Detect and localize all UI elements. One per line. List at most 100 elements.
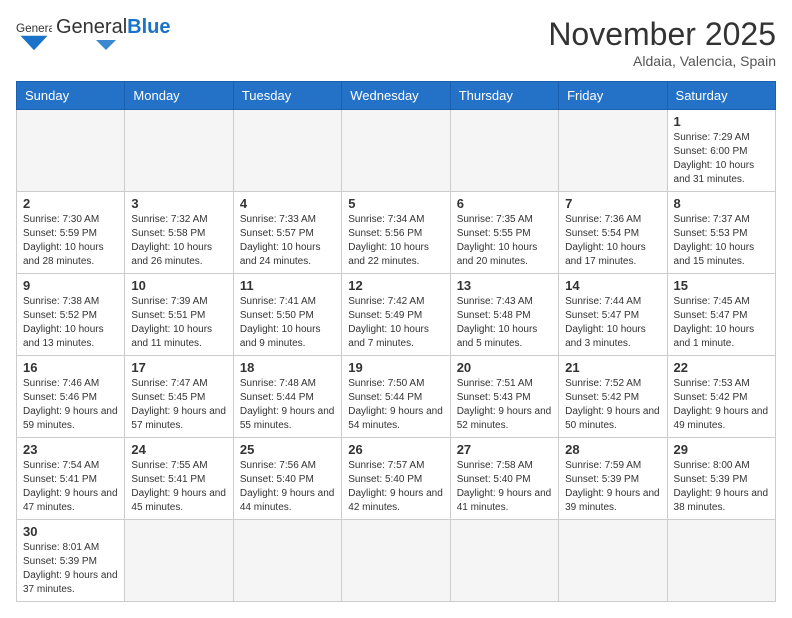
calendar-day-cell: 14Sunrise: 7:44 AM Sunset: 5:47 PM Dayli… bbox=[559, 274, 667, 356]
day-number: 5 bbox=[348, 196, 443, 211]
calendar-day-cell: 18 Sunrise: 7:48 AM Sunset: 5:44 PM Dayli… bbox=[233, 356, 341, 438]
day-of-week-header: Thursday bbox=[450, 82, 558, 110]
day-info: Sunrise: 7:38 AM Sunset: 5:52 PM Dayligh… bbox=[23, 295, 118, 351]
calendar-day-cell bbox=[125, 110, 233, 192]
day-of-week-header: Friday bbox=[559, 82, 667, 110]
calendar-day-cell: 20Sunrise: 7:51 AM Sunset: 5:43 PM Dayli… bbox=[450, 356, 558, 438]
day-info: Sunrise: 7:53 AM Sunset: 5:42 PM Dayligh… bbox=[674, 377, 769, 433]
day-info: Sunrise: 7:58 AM Sunset: 5:40 PM Dayligh… bbox=[457, 459, 552, 515]
calendar-week-row: 9 Sunrise: 7:38 AM Sunset: 5:52 PM Daylig… bbox=[17, 274, 776, 356]
svg-text:General: General bbox=[16, 22, 52, 35]
day-info: Sunrise: 7:34 AM Sunset: 5:56 PM Dayligh… bbox=[348, 213, 443, 269]
calendar-day-cell: 3Sunrise: 7:32 AM Sunset: 5:58 PM Daylig… bbox=[125, 192, 233, 274]
day-of-week-header: Saturday bbox=[667, 82, 775, 110]
day-info: Sunrise: 7:37 AM Sunset: 5:53 PM Dayligh… bbox=[674, 213, 769, 269]
month-title: November 2025 bbox=[548, 16, 776, 53]
day-info: Sunrise: 7:52 AM Sunset: 5:42 PM Dayligh… bbox=[565, 377, 660, 433]
day-info: Sunrise: 7:35 AM Sunset: 5:55 PM Dayligh… bbox=[457, 213, 552, 269]
day-info: Sunrise: 7:41 AM Sunset: 5:50 PM Dayligh… bbox=[240, 295, 335, 351]
calendar-table: SundayMondayTuesdayWednesdayThursdayFrid… bbox=[16, 81, 776, 602]
day-info: Sunrise: 7:55 AM Sunset: 5:41 PM Dayligh… bbox=[131, 459, 226, 515]
calendar-day-cell: 2 Sunrise: 7:30 AM Sunset: 5:59 PM Daylig… bbox=[17, 192, 125, 274]
calendar-day-cell bbox=[450, 520, 558, 602]
day-number: 18 bbox=[240, 360, 335, 375]
calendar-day-cell: 6 Sunrise: 7:35 AM Sunset: 5:55 PM Daylig… bbox=[450, 192, 558, 274]
day-info: Sunrise: 7:46 AM Sunset: 5:46 PM Dayligh… bbox=[23, 377, 118, 433]
calendar-day-cell: 16Sunrise: 7:46 AM Sunset: 5:46 PM Dayli… bbox=[17, 356, 125, 438]
calendar-week-row: 1Sunrise: 7:29 AM Sunset: 6:00 PM Daylig… bbox=[17, 110, 776, 192]
day-number: 21 bbox=[565, 360, 660, 375]
day-number: 13 bbox=[457, 278, 552, 293]
day-info: Sunrise: 7:30 AM Sunset: 5:59 PM Dayligh… bbox=[23, 213, 118, 269]
day-number: 7 bbox=[565, 196, 660, 211]
day-number: 1 bbox=[674, 114, 769, 129]
calendar-day-cell bbox=[233, 520, 341, 602]
day-info: Sunrise: 7:56 AM Sunset: 5:40 PM Dayligh… bbox=[240, 459, 335, 515]
day-of-week-header: Sunday bbox=[17, 82, 125, 110]
day-number: 17 bbox=[131, 360, 226, 375]
calendar-day-cell bbox=[17, 110, 125, 192]
calendar-day-cell: 25 Sunrise: 7:56 AM Sunset: 5:40 PM Dayli… bbox=[233, 438, 341, 520]
day-info: Sunrise: 7:50 AM Sunset: 5:44 PM Dayligh… bbox=[348, 377, 443, 433]
day-number: 30 bbox=[23, 524, 118, 539]
calendar-day-cell: 5 Sunrise: 7:34 AM Sunset: 5:56 PM Daylig… bbox=[342, 192, 450, 274]
calendar-day-cell bbox=[667, 520, 775, 602]
day-number: 29 bbox=[674, 442, 769, 457]
calendar-day-cell: 8 Sunrise: 7:37 AM Sunset: 5:53 PM Daylig… bbox=[667, 192, 775, 274]
calendar-day-cell bbox=[125, 520, 233, 602]
day-number: 2 bbox=[23, 196, 118, 211]
day-info: Sunrise: 8:01 AM Sunset: 5:39 PM Dayligh… bbox=[23, 541, 118, 597]
day-info: Sunrise: 7:45 AM Sunset: 5:47 PM Dayligh… bbox=[674, 295, 769, 351]
calendar-day-cell: 30 Sunrise: 8:01 AM Sunset: 5:39 PM Dayli… bbox=[17, 520, 125, 602]
calendar-week-row: 2 Sunrise: 7:30 AM Sunset: 5:59 PM Daylig… bbox=[17, 192, 776, 274]
day-info: Sunrise: 7:43 AM Sunset: 5:48 PM Dayligh… bbox=[457, 295, 552, 351]
day-number: 9 bbox=[23, 278, 118, 293]
calendar-day-cell bbox=[342, 520, 450, 602]
calendar-day-cell: 9 Sunrise: 7:38 AM Sunset: 5:52 PM Daylig… bbox=[17, 274, 125, 356]
day-info: Sunrise: 7:57 AM Sunset: 5:40 PM Dayligh… bbox=[348, 459, 443, 515]
day-number: 25 bbox=[240, 442, 335, 457]
calendar-day-cell: 13 Sunrise: 7:43 AM Sunset: 5:48 PM Dayli… bbox=[450, 274, 558, 356]
day-info: Sunrise: 7:54 AM Sunset: 5:41 PM Dayligh… bbox=[23, 459, 118, 515]
calendar-day-cell: 4Sunrise: 7:33 AM Sunset: 5:57 PM Daylig… bbox=[233, 192, 341, 274]
calendar-day-cell: 19 Sunrise: 7:50 AM Sunset: 5:44 PM Dayli… bbox=[342, 356, 450, 438]
day-info: Sunrise: 7:33 AM Sunset: 5:57 PM Dayligh… bbox=[240, 213, 335, 269]
calendar-week-row: 30 Sunrise: 8:01 AM Sunset: 5:39 PM Dayli… bbox=[17, 520, 776, 602]
logo: General GeneralBlue bbox=[16, 16, 171, 52]
day-number: 10 bbox=[131, 278, 226, 293]
calendar-day-cell: 10 Sunrise: 7:39 AM Sunset: 5:51 PM Dayli… bbox=[125, 274, 233, 356]
day-number: 26 bbox=[348, 442, 443, 457]
day-number: 3 bbox=[131, 196, 226, 211]
day-info: Sunrise: 8:00 AM Sunset: 5:39 PM Dayligh… bbox=[674, 459, 769, 515]
day-number: 28 bbox=[565, 442, 660, 457]
calendar-day-cell bbox=[450, 110, 558, 192]
calendar-day-cell bbox=[559, 110, 667, 192]
day-number: 23 bbox=[23, 442, 118, 457]
day-number: 8 bbox=[674, 196, 769, 211]
day-number: 19 bbox=[348, 360, 443, 375]
calendar-week-row: 23 Sunrise: 7:54 AM Sunset: 5:41 PM Dayli… bbox=[17, 438, 776, 520]
day-info: Sunrise: 7:59 AM Sunset: 5:39 PM Dayligh… bbox=[565, 459, 660, 515]
day-info: Sunrise: 7:39 AM Sunset: 5:51 PM Dayligh… bbox=[131, 295, 226, 351]
calendar-day-cell: 21 Sunrise: 7:52 AM Sunset: 5:42 PM Dayli… bbox=[559, 356, 667, 438]
calendar-day-cell: 7Sunrise: 7:36 AM Sunset: 5:54 PM Daylig… bbox=[559, 192, 667, 274]
day-info: Sunrise: 7:42 AM Sunset: 5:49 PM Dayligh… bbox=[348, 295, 443, 351]
calendar-day-cell: 11Sunrise: 7:41 AM Sunset: 5:50 PM Dayli… bbox=[233, 274, 341, 356]
calendar-day-cell: 22Sunrise: 7:53 AM Sunset: 5:42 PM Dayli… bbox=[667, 356, 775, 438]
day-info: Sunrise: 7:48 AM Sunset: 5:44 PM Dayligh… bbox=[240, 377, 335, 433]
calendar-day-cell: 29 Sunrise: 8:00 AM Sunset: 5:39 PM Dayli… bbox=[667, 438, 775, 520]
calendar-day-cell bbox=[559, 520, 667, 602]
day-number: 12 bbox=[348, 278, 443, 293]
day-info: Sunrise: 7:47 AM Sunset: 5:45 PM Dayligh… bbox=[131, 377, 226, 433]
day-number: 6 bbox=[457, 196, 552, 211]
logo-general-text: GeneralBlue bbox=[56, 16, 171, 38]
generalblue-logo-icon: General bbox=[16, 16, 52, 52]
calendar-day-cell bbox=[342, 110, 450, 192]
calendar-day-cell: 12 Sunrise: 7:42 AM Sunset: 5:49 PM Dayli… bbox=[342, 274, 450, 356]
day-number: 24 bbox=[131, 442, 226, 457]
calendar-day-cell bbox=[233, 110, 341, 192]
calendar-header-row: SundayMondayTuesdayWednesdayThursdayFrid… bbox=[17, 82, 776, 110]
logo-underline-graphic bbox=[56, 38, 116, 52]
calendar-day-cell: 24 Sunrise: 7:55 AM Sunset: 5:41 PM Dayli… bbox=[125, 438, 233, 520]
title-block: November 2025 Aldaia, Valencia, Spain bbox=[548, 16, 776, 69]
